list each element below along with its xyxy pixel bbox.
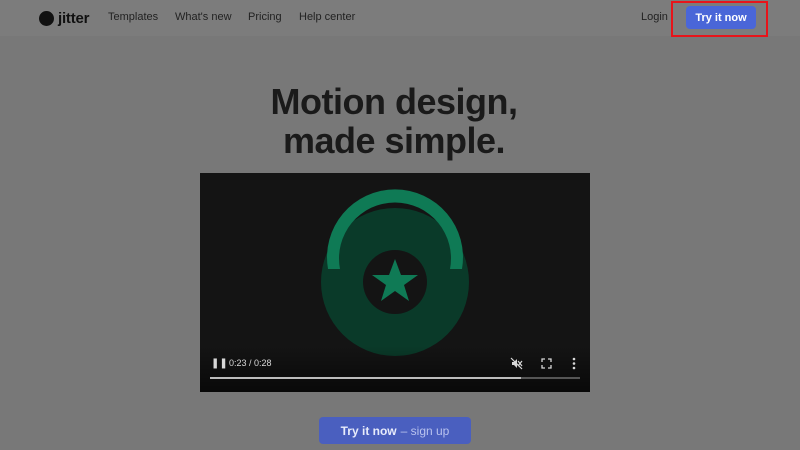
nav-link-whats-new[interactable]: What's new <box>175 11 232 23</box>
hero-title-line-2: made simple. <box>282 120 506 161</box>
nav-link-pricing[interactable]: Pricing <box>248 11 282 23</box>
cta-label: Try it now <box>340 423 397 438</box>
login-link[interactable]: Login <box>641 11 668 23</box>
try-it-now-signup-button[interactable]: Try it now – sign up <box>319 417 471 444</box>
top-nav: jitter Templates What's new Pricing Help… <box>0 0 800 37</box>
jitter-logo[interactable]: jitter <box>39 9 90 27</box>
highlight-box <box>671 1 768 37</box>
logo-dot-icon <box>39 10 54 26</box>
time-readout: 0:23 / 0:28 <box>229 358 272 368</box>
hero-title-line-1: Motion design, <box>270 81 518 122</box>
pause-icon[interactable]: ❚❚ <box>211 358 228 369</box>
progress-bar[interactable] <box>210 377 580 379</box>
nav-link-help-center[interactable]: Help center <box>299 11 355 23</box>
more-icon[interactable] <box>572 357 576 370</box>
hero-title: Motion design, made simple. <box>0 82 788 160</box>
mute-icon[interactable] <box>510 357 523 370</box>
fullscreen-icon[interactable] <box>541 358 552 369</box>
progress-fill <box>210 377 521 379</box>
logo-text: jitter <box>58 9 90 27</box>
video-player[interactable]: ❚❚ 0:23 / 0:28 <box>200 173 590 392</box>
cta-sub-label: – sign up <box>400 423 450 438</box>
nav-link-templates[interactable]: Templates <box>108 11 158 23</box>
video-controls <box>200 346 590 392</box>
